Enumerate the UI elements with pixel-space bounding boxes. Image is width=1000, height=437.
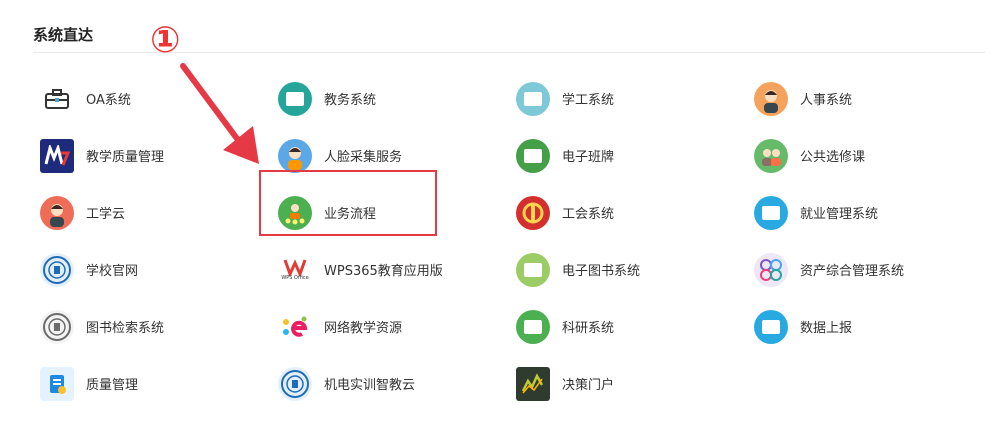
quality-icon <box>40 366 74 401</box>
document-icon <box>516 81 550 116</box>
system-tile[interactable]: 电子图书系统 <box>516 241 754 298</box>
icon-glyph <box>286 91 304 106</box>
academic-icon <box>278 81 312 116</box>
system-tile[interactable]: 决策门户 <box>516 355 754 412</box>
system-tile[interactable]: 学校官网 <box>40 241 278 298</box>
briefcase-icon <box>40 81 74 116</box>
icon-glyph <box>524 319 542 334</box>
icon-glyph <box>524 91 542 106</box>
worker-icon <box>40 195 74 230</box>
system-tile-label: 质量管理 <box>86 378 139 393</box>
system-tile-label: WPS365教育应用版 <box>324 264 443 279</box>
wps-icon: WPS Office <box>278 252 312 287</box>
system-tile-label: 公共选修课 <box>800 150 866 165</box>
system-tile-label: 网络教学资源 <box>324 321 403 336</box>
school-seal-icon <box>278 366 312 401</box>
system-tile-label: 数据上报 <box>800 321 853 336</box>
system-tile[interactable]: 人事系统 <box>754 70 992 127</box>
system-tile-label: 人事系统 <box>800 93 853 108</box>
chart-board-icon <box>754 195 788 230</box>
section-title: 系统直达 <box>33 26 94 44</box>
icon-glyph <box>524 262 542 277</box>
system-tile-label: 人脸采集服务 <box>324 150 403 165</box>
system-tile[interactable]: WPS Office WPS365教育应用版 <box>278 241 516 298</box>
my-logo-icon <box>40 138 74 173</box>
system-tile[interactable]: 网络教学资源 <box>278 298 516 355</box>
annotation-highlight-box <box>259 170 437 236</box>
system-tile[interactable]: 学工系统 <box>516 70 754 127</box>
school-seal-icon <box>40 252 74 287</box>
system-tile-label: 电子图书系统 <box>562 264 641 279</box>
decision-chart-icon <box>516 366 550 401</box>
system-tile[interactable]: 图书检索系统 <box>40 298 278 355</box>
system-tile-label: 资产综合管理系统 <box>800 264 905 279</box>
system-tile[interactable]: 教务系统 <box>278 70 516 127</box>
system-tile[interactable]: 数据上报 <box>754 298 992 355</box>
icon-glyph <box>524 148 542 163</box>
personnel-icon <box>754 81 788 116</box>
system-tile[interactable]: 公共选修课 <box>754 127 992 184</box>
colorful-e-icon <box>278 309 312 344</box>
board-icon <box>516 138 550 173</box>
system-tile-label: 学校官网 <box>86 264 139 279</box>
ebook-icon <box>516 252 550 287</box>
system-tile-label: 电子班牌 <box>562 150 615 165</box>
system-tile-label: 教务系统 <box>324 93 377 108</box>
system-tile-label: 就业管理系统 <box>800 207 879 222</box>
system-tile[interactable]: 工会系统 <box>516 184 754 241</box>
group-icon <box>754 138 788 173</box>
icon-glyph <box>762 319 780 334</box>
annotation-number: ① <box>150 20 181 61</box>
system-tile[interactable]: 质量管理 <box>40 355 278 412</box>
system-tile[interactable]: 机电实训智教云 <box>278 355 516 412</box>
system-tile-label: 教学质量管理 <box>86 150 165 165</box>
library-seal-icon <box>40 309 74 344</box>
system-tile[interactable]: 资产综合管理系统 <box>754 241 992 298</box>
wps-caption: WPS Office <box>281 275 309 281</box>
system-tile-label: 工学云 <box>86 207 126 222</box>
system-tile-label: 图书检索系统 <box>86 321 165 336</box>
system-tile-label: 科研系统 <box>562 321 615 336</box>
system-tile-label: 机电实训智教云 <box>324 378 416 393</box>
system-tile-label: 决策门户 <box>562 378 615 393</box>
system-tile[interactable]: 就业管理系统 <box>754 184 992 241</box>
system-tile[interactable]: 工学云 <box>40 184 278 241</box>
system-tile-label: OA系统 <box>86 93 131 108</box>
research-icon <box>516 309 550 344</box>
system-tile-label: 学工系统 <box>562 93 615 108</box>
union-emblem-icon <box>516 195 550 230</box>
system-tile-label: 工会系统 <box>562 207 615 222</box>
system-tile[interactable]: 科研系统 <box>516 298 754 355</box>
asset-icon <box>754 252 788 287</box>
face-icon <box>278 138 312 173</box>
annotation-arrow-icon <box>180 63 259 164</box>
icon-glyph <box>762 205 780 220</box>
data-report-icon <box>754 309 788 344</box>
system-tile[interactable]: 电子班牌 <box>516 127 754 184</box>
